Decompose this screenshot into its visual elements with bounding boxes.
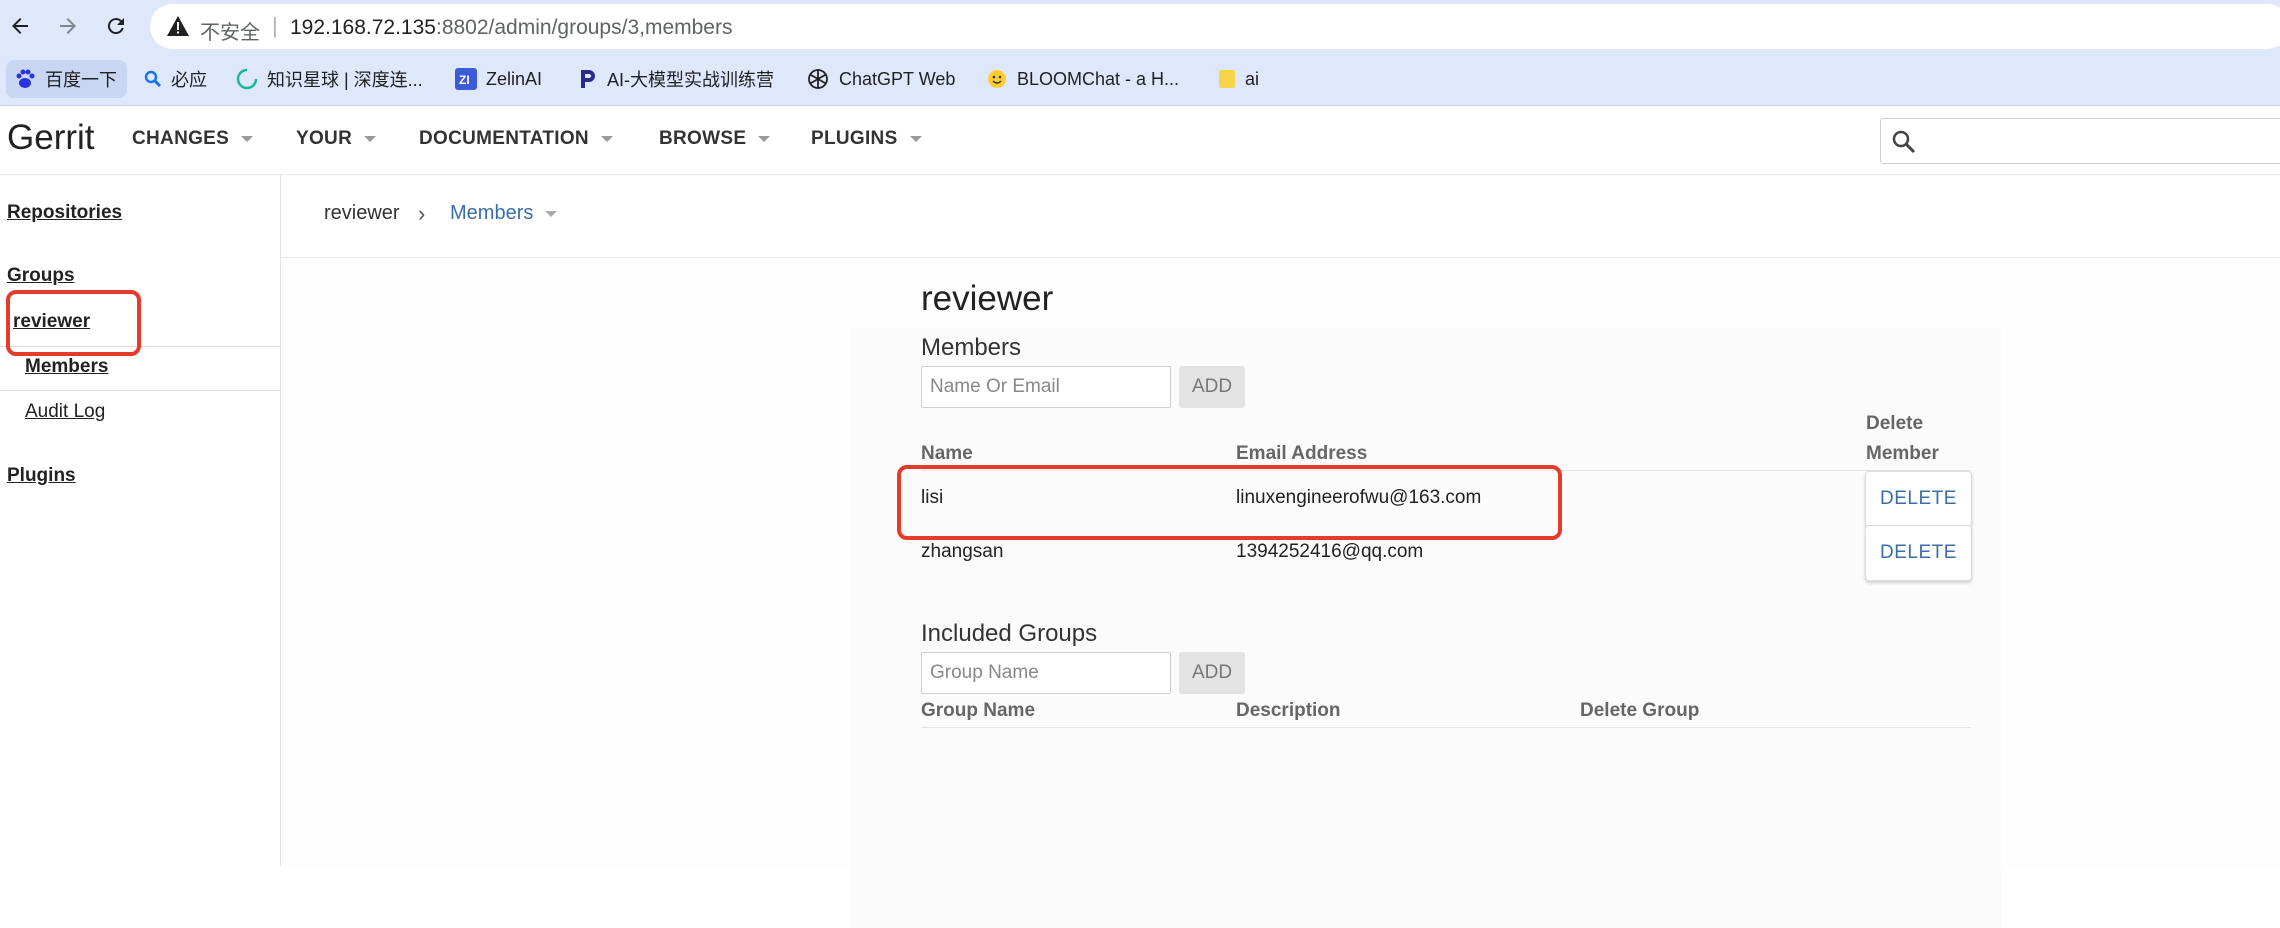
bookmark-bing[interactable]: 必应 [144, 53, 207, 105]
menu-label: YOUR [296, 128, 353, 149]
address-bar[interactable]: 不安全 | 192.168.72.135:8802/admin/groups/3… [150, 4, 2280, 49]
bookmark-zelinai[interactable]: ZI ZelinAI [455, 53, 542, 105]
hugging-face-icon [986, 68, 1008, 90]
member-name: zhangsan [921, 541, 1004, 562]
menu-changes[interactable]: CHANGES [132, 128, 254, 150]
search-input[interactable] [1880, 118, 2280, 164]
gerrit-logo[interactable]: Gerrit [7, 118, 95, 158]
browser-toolbar: 不安全 | 192.168.72.135:8802/admin/groups/3… [0, 0, 2280, 53]
delete-member-button[interactable]: DELETE [1865, 471, 1972, 527]
table-header-divider [921, 470, 1971, 471]
url-path: :8802/admin/groups/3,members [435, 16, 733, 39]
add-group-button[interactable]: ADD [1179, 652, 1245, 694]
openai-icon [806, 67, 830, 91]
included-groups-heading: Included Groups [921, 620, 1098, 647]
members-heading: Members [921, 334, 1022, 361]
bookmark-label: ZelinAI [486, 68, 543, 89]
folder-icon [1218, 68, 1236, 90]
baidu-paw-icon [14, 68, 36, 90]
chevron-down-icon [758, 136, 771, 142]
bookmark-label: 知识星球 | 深度连... [267, 70, 423, 90]
menu-label: PLUGINS [811, 128, 898, 149]
svg-text:ZI: ZI [459, 73, 470, 87]
warning-triangle-icon [166, 15, 190, 42]
bookmark-label: AI-大模型实战训练营 [607, 70, 775, 90]
column-header-name: Name [921, 443, 973, 464]
sidebar-item-reviewer[interactable]: reviewer [13, 311, 90, 333]
sidebar-item-plugins[interactable]: Plugins [7, 465, 76, 487]
menu-plugins[interactable]: PLUGINS [811, 128, 922, 150]
reload-icon [107, 18, 124, 35]
chevron-down-icon [909, 136, 922, 142]
page-title: reviewer [921, 279, 1054, 318]
member-email: linuxengineerofwu@163.com [1236, 487, 1482, 508]
column-header-delete-member: Delete Member [1866, 409, 1939, 469]
menu-label: DOCUMENTATION [419, 128, 589, 149]
sidebar-item-groups[interactable]: Groups [7, 265, 75, 287]
group-search-input[interactable] [921, 652, 1171, 694]
url-host: 192.168.72.135 [290, 16, 436, 39]
back-button[interactable] [4, 10, 36, 42]
gerrit-header: Gerrit CHANGES YOUR DOCUMENTATION BROWSE… [0, 106, 2280, 175]
insecure-label: 不安全 [200, 22, 260, 44]
chevron-down-icon [600, 136, 613, 142]
menu-documentation[interactable]: DOCUMENTATION [419, 128, 613, 150]
header-line: Delete [1866, 413, 1924, 434]
sidebar-item-members[interactable]: Members [25, 356, 108, 378]
bookmark-ai-folder[interactable]: ai [1218, 53, 1259, 105]
menu-label: CHANGES [132, 128, 230, 149]
bookmark-zsxq[interactable]: 知识星球 | 深度连... [236, 53, 423, 105]
bookmark-ai-training[interactable]: AI-大模型实战训练营 [578, 53, 774, 105]
zelinai-icon: ZI [455, 68, 477, 90]
column-header-delete-group: Delete Group [1580, 700, 1700, 721]
column-header-description: Description [1236, 700, 1341, 721]
add-member-button[interactable]: ADD [1179, 366, 1245, 408]
forward-button[interactable] [52, 10, 84, 42]
reload-button[interactable] [100, 10, 132, 42]
bing-search-icon [144, 70, 162, 88]
sidebar-item-repositories[interactable]: Repositories [7, 202, 122, 224]
bookmark-bloomchat[interactable]: BLOOMChat - a H... [986, 53, 1179, 105]
column-header-email: Email Address [1236, 443, 1368, 464]
bookmark-label: 百度一下 [45, 70, 117, 90]
bookmark-label: BLOOMChat - a H... [1017, 68, 1180, 89]
admin-sidebar: Repositories Groups reviewer Members Aud… [0, 175, 281, 866]
url-separator: | [272, 13, 278, 38]
search-icon [1891, 129, 1917, 160]
menu-your[interactable]: YOUR [296, 128, 377, 150]
bookmark-chatgpt[interactable]: ChatGPT Web [806, 53, 955, 105]
breadcrumb: reviewer › Members [281, 175, 2280, 258]
arrow-left-icon [12, 18, 28, 34]
column-header-group-name: Group Name [921, 700, 1036, 721]
menu-label: BROWSE [659, 128, 747, 149]
bookmark-label: ChatGPT Web [839, 68, 956, 89]
group-table-divider [921, 727, 1971, 728]
sidebar-item-audit-log[interactable]: Audit Log [25, 401, 105, 423]
breadcrumb-page: Members [450, 202, 534, 224]
chevron-down-icon [545, 210, 558, 217]
bookmark-baidu[interactable]: 百度一下 [6, 60, 127, 98]
delete-member-button[interactable]: DELETE [1865, 525, 1972, 581]
url-text: 192.168.72.135:8802/admin/groups/3,membe… [290, 16, 732, 40]
bookmarks-bar: 百度一下 必应 知识星球 | 深度连... ZI ZelinAI AI-大模型实… [0, 53, 2280, 106]
breadcrumb-group[interactable]: reviewer [324, 202, 400, 225]
chevron-right-icon: › [418, 201, 426, 226]
bookmark-label: ai [1245, 68, 1260, 89]
member-search-input[interactable] [921, 366, 1171, 408]
breadcrumb-page-dropdown[interactable]: Members [450, 202, 558, 225]
chevron-down-icon [364, 136, 377, 142]
zsxq-ring-icon [236, 68, 258, 90]
header-line: Member [1866, 443, 1939, 464]
member-email: 1394252416@qq.com [1236, 541, 1424, 562]
menu-browse[interactable]: BROWSE [659, 128, 771, 150]
member-name: lisi [921, 487, 944, 508]
chevron-down-icon [241, 136, 254, 142]
arrow-right-icon [60, 18, 76, 34]
bookmark-label: 必应 [171, 70, 207, 90]
p-logo-icon [578, 68, 598, 90]
